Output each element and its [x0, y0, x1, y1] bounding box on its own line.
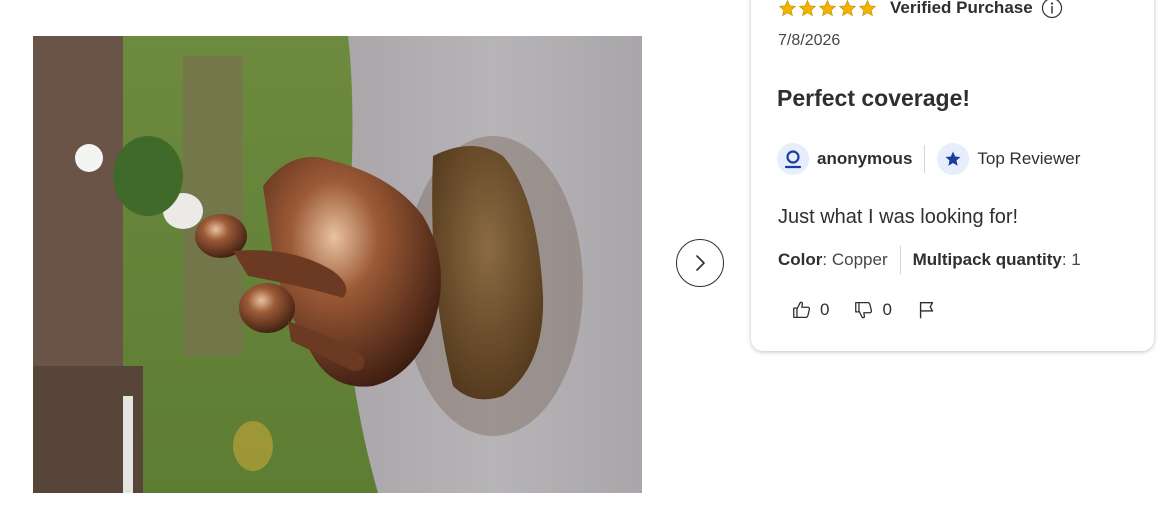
not-helpful-button[interactable]: 0 [853, 299, 892, 321]
attribute-multipack: Multipack quantity: 1 [912, 250, 1081, 269]
author-name: anonymous [817, 149, 913, 168]
divider [924, 145, 926, 173]
helpful-count: 0 [820, 300, 830, 319]
thumbs-down-icon [855, 302, 873, 319]
top-reviewer-label: Top Reviewer [977, 149, 1081, 168]
helpful-button[interactable]: 0 [791, 299, 829, 321]
chevron-right-icon [696, 255, 705, 271]
star-icon [818, 0, 837, 16]
report-button[interactable] [916, 299, 938, 321]
review-title: Perfect coverage! [777, 85, 971, 111]
top-reviewer-badge [937, 143, 970, 175]
thumbs-up-icon [793, 301, 811, 318]
star-badge-icon [945, 151, 961, 166]
star-icon [798, 0, 817, 16]
divider [899, 246, 901, 274]
star-icon [838, 0, 857, 16]
review-body: Just what I was looking for! [778, 206, 1019, 228]
review-attributes: Color: Copper Multipack quantity: 1 [778, 246, 1081, 274]
user-icon [784, 150, 802, 169]
info-icon[interactable] [1041, 0, 1063, 19]
review-card: Verified Purchase 7/8/2026 Perfect cover… [751, 0, 1154, 351]
review-date: 7/8/2026 [778, 32, 841, 49]
star-icon [858, 0, 877, 16]
verified-purchase-label: Verified Purchase [890, 0, 1033, 17]
flag-icon [919, 301, 934, 319]
review-actions: 0 0 [791, 296, 938, 324]
copper-statue-photo [33, 36, 642, 493]
star-icon [778, 0, 797, 16]
avatar [777, 143, 809, 175]
next-image-button[interactable] [676, 239, 724, 287]
rating-row: Verified Purchase [778, 0, 1063, 20]
not-helpful-count: 0 [882, 300, 892, 319]
attribute-color: Color: Copper [778, 250, 888, 269]
author-row: anonymous Top Reviewer [777, 143, 1080, 175]
review-photo[interactable] [33, 36, 642, 493]
star-rating [778, 0, 877, 18]
